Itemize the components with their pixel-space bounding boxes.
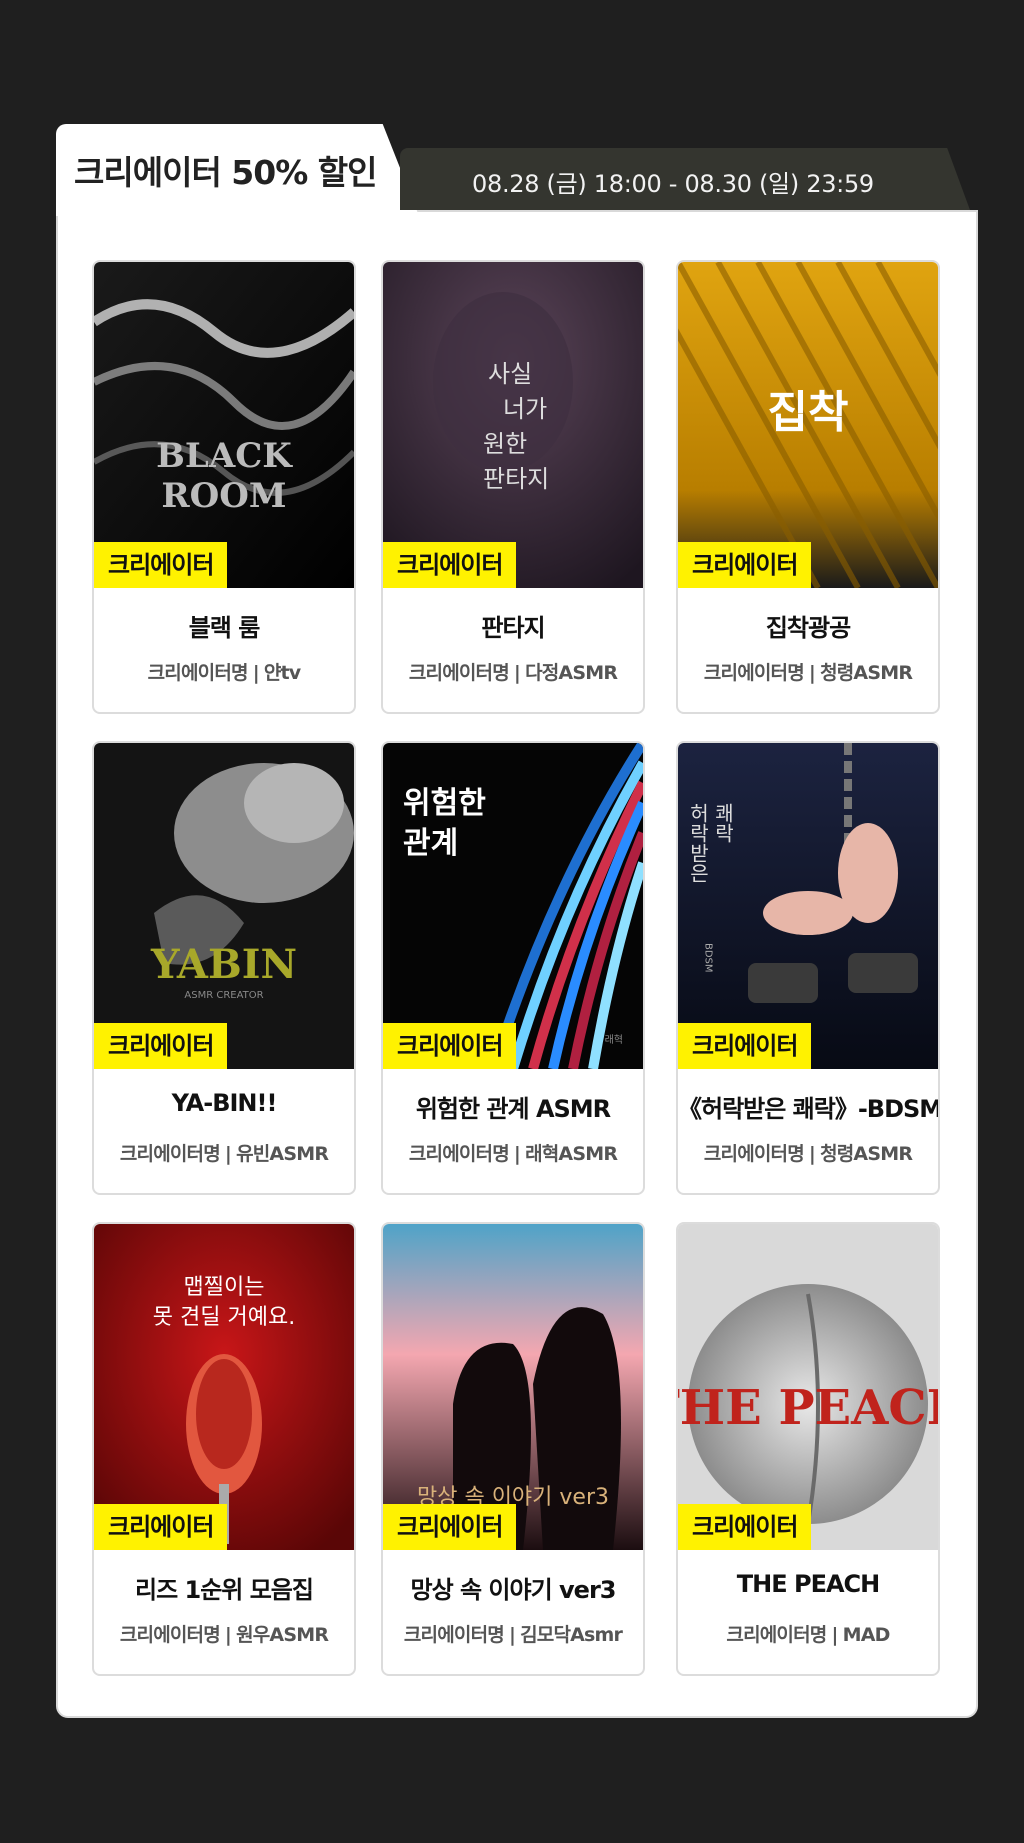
product-cover[interactable]: BLACK ROOM [94, 262, 354, 588]
cover-title-line: BDSM [703, 943, 714, 973]
cover-title-line: 너가 [503, 395, 547, 423]
product-cover[interactable]: 사실 너가 원한 판타지 [383, 262, 643, 588]
separator: | [513, 662, 521, 684]
creator-name: 청령ASMR [820, 662, 913, 684]
creator-label: 크리에이터명 [119, 1624, 221, 1646]
cover-title-line: 위험한 [403, 786, 486, 821]
sale-period-tab: 08.28 (금) 18:00 - 08.30 (일) 23:59 [400, 148, 970, 210]
cover-title-line: YABIN [150, 941, 297, 988]
creator-name: MAD [842, 1624, 891, 1646]
product-meta: 크리에이터명 | 래혁ASMR [383, 1139, 643, 1166]
separator: | [808, 1143, 816, 1165]
cover-title-line: 판타지 [483, 465, 549, 493]
cover-title-line: 맵찔이는 [184, 1275, 265, 1300]
creator-name: 얀tv [263, 662, 301, 684]
cover-title-line: 허락받은 [686, 803, 710, 883]
creator-label: 크리에이터명 [403, 1624, 505, 1646]
creator-label: 크리에이터명 [119, 1143, 221, 1165]
sale-period: 08.28 (금) 18:00 - 08.30 (일) 23:59 [472, 170, 874, 198]
separator: | [224, 1143, 232, 1165]
separator: | [224, 1624, 232, 1646]
creator-name: 유빈ASMR [236, 1143, 329, 1165]
product-cover[interactable]: 위험한 관계 래혁 [383, 743, 643, 1069]
product-card[interactable]: 맵찔이는 못 견딜 거예요. 크리에이터 리즈 1순위 모음집 크리에이터명 | 원… [92, 1222, 356, 1676]
cover-title-line: ASMR CREATOR [184, 990, 263, 1001]
cover-title-line: ROOM [161, 476, 286, 516]
product-cover[interactable]: 망상 속 이야기 ver3 [383, 1224, 643, 1550]
product-card[interactable]: BLACK ROOM 크리에이터 블랙 룸 크리에이터명 | 얀tv [92, 260, 356, 714]
cover-title-line: 관계 [403, 826, 458, 861]
product-cover[interactable]: 허락받은 쾌락 BDSM [678, 743, 938, 1069]
product-cover[interactable]: THE PEACH [678, 1224, 938, 1550]
product-title[interactable]: 판타지 [383, 608, 643, 643]
product-title[interactable]: 리즈 1순위 모음집 [94, 1570, 354, 1605]
cover-title-line: BLACK [156, 436, 293, 476]
cover-title-line: 못 견딜 거예요. [153, 1305, 295, 1330]
product-cover[interactable]: 맵찔이는 못 견딜 거예요. [94, 1224, 354, 1550]
creator-name: 다정ASMR [525, 662, 618, 684]
product-meta: 크리에이터명 | 유빈ASMR [94, 1139, 354, 1166]
creator-badge: 크리에이터 [383, 1504, 517, 1550]
product-title[interactable]: THE PEACH [678, 1570, 938, 1598]
sale-title-tab: 크리에이터 50% 할인 [56, 124, 419, 216]
creator-badge: 크리에이터 [383, 542, 517, 588]
creator-label: 크리에이터명 [147, 662, 249, 684]
creator-badge: 크리에이터 [94, 1504, 228, 1550]
product-meta: 크리에이터명 | 얀tv [94, 658, 354, 685]
product-grid: BLACK ROOM 크리에이터 블랙 룸 크리에이터명 | 얀tv 사실 너가 원… [92, 260, 944, 1680]
product-cover[interactable]: 집착 [678, 262, 938, 588]
creator-label: 크리에이터명 [703, 1143, 805, 1165]
product-title[interactable]: 《허락받은 쾌락》-BDSM- [678, 1089, 938, 1124]
cover-title-line: 사실 [488, 360, 532, 388]
creator-badge: 크리에이터 [94, 542, 228, 588]
cover-title-line: 원한 [483, 430, 527, 458]
separator: | [831, 1624, 838, 1646]
product-card[interactable]: 망상 속 이야기 ver3 크리에이터 망상 속 이야기 ver3 크리에이터명… [381, 1222, 645, 1676]
separator: | [252, 662, 260, 684]
cover-title-line: 래혁 [605, 1034, 623, 1046]
cover-title-line: 쾌락 [711, 803, 735, 843]
creator-label: 크리에이터명 [703, 662, 805, 684]
cover-title-line: 집착 [768, 387, 849, 438]
product-card[interactable]: THE PEACH 크리에이터 THE PEACH 크리에이터명|MAD [676, 1222, 940, 1676]
creator-name: 청령ASMR [820, 1143, 913, 1165]
product-meta: 크리에이터명 | 청령ASMR [678, 1139, 938, 1166]
separator: | [808, 662, 816, 684]
cover-title-line: THE PEACH [678, 1380, 938, 1436]
creator-label: 크리에이터명 [408, 1143, 510, 1165]
product-card[interactable]: 위험한 관계 래혁 크리에이터 위험한 관계 ASMR 크리에이터명 | 래혁ASM… [381, 741, 645, 1195]
product-title[interactable]: 블랙 룸 [94, 608, 354, 643]
product-title[interactable]: 망상 속 이야기 ver3 [383, 1570, 643, 1605]
product-title[interactable]: 집착광공 [678, 608, 938, 643]
separator: | [508, 1624, 516, 1646]
creator-badge: 크리에이터 [94, 1023, 228, 1069]
creator-label: 크리에이터명 [408, 662, 510, 684]
creator-name: 래혁ASMR [525, 1143, 618, 1165]
product-card[interactable]: 사실 너가 원한 판타지 크리에이터 판타지 크리에이터명 | 다정ASMR [381, 260, 645, 714]
product-meta: 크리에이터명 | 김모닥Asmr [383, 1620, 643, 1647]
product-meta: 크리에이터명 | 다정ASMR [383, 658, 643, 685]
product-title[interactable]: YA-BIN!! [94, 1089, 354, 1117]
product-meta: 크리에이터명 | 청령ASMR [678, 658, 938, 685]
creator-badge: 크리에이터 [678, 1023, 812, 1069]
separator: | [513, 1143, 521, 1165]
creator-label: 크리에이터명 [726, 1624, 827, 1646]
creator-badge: 크리에이터 [678, 542, 812, 588]
product-card[interactable]: 집착 크리에이터 집착광공 크리에이터명 | 청령ASMR [676, 260, 940, 714]
creator-name: 김모닥Asmr [520, 1624, 623, 1646]
product-card[interactable]: YABIN ASMR CREATOR 크리에이터 YA-BIN!! 크리에이터명… [92, 741, 356, 1195]
product-meta: 크리에이터명 | MAD [678, 1620, 938, 1647]
product-meta: 크리에이터명 | 원우ASMR [94, 1620, 354, 1647]
creator-name: 원우ASMR [236, 1624, 329, 1646]
creator-badge: 크리에이터 [383, 1023, 517, 1069]
product-cover[interactable]: YABIN ASMR CREATOR [94, 743, 354, 1069]
creator-badge: 크리에이터 [678, 1504, 812, 1550]
product-title[interactable]: 위험한 관계 ASMR [383, 1089, 643, 1124]
sale-title: 크리에이터 50% 할인 [74, 153, 377, 192]
product-card[interactable]: 허락받은 쾌락 BDSM 크리에이터 《허락받은 쾌락》-BDSM- 크리에이터… [676, 741, 940, 1195]
